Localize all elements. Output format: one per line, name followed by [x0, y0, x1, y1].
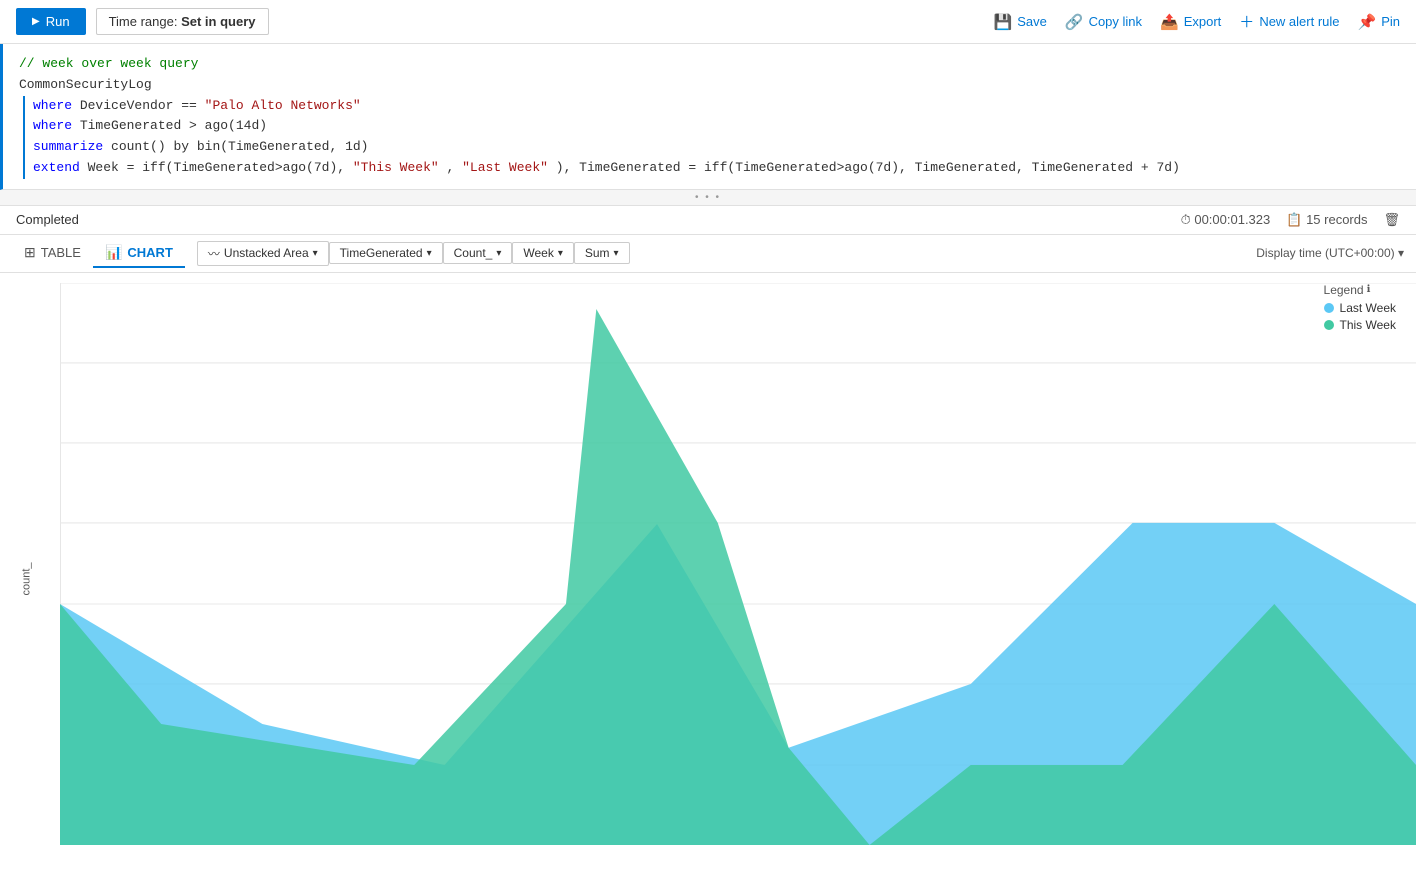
- records-icon: 📋: [1286, 212, 1302, 227]
- copy-link-label: Copy link: [1089, 14, 1142, 29]
- time-range-label: Time range:: [109, 14, 178, 29]
- status-bar: Completed ⏱ 00:00:01.323 📋 15 records 🗑: [0, 206, 1416, 235]
- time-range-value: Set in query: [181, 14, 255, 29]
- copy-link-button[interactable]: 🔗 Copy link: [1065, 13, 1142, 31]
- chart-type-dropdown[interactable]: 〰 Unstacked Area: [197, 241, 329, 266]
- toolbar-right: 💾 Save 🔗 Copy link 📤 Export ＋ New alert …: [994, 11, 1400, 32]
- time-range-button[interactable]: Time range: Set in query: [96, 8, 269, 35]
- table-icon: ⊞: [24, 244, 36, 261]
- new-alert-rule-label: New alert rule: [1259, 14, 1339, 29]
- status-duration: ⏱ 00:00:01.323: [1181, 212, 1271, 228]
- plus-icon: ＋: [1239, 11, 1254, 32]
- legend-last-week[interactable]: Last Week: [1324, 301, 1396, 315]
- clock-icon: ⏱: [1181, 212, 1191, 227]
- chart-svg: 350k 300k 250k 200k 150k 100k 50k 0 2019…: [60, 283, 1416, 845]
- run-button[interactable]: Run: [16, 8, 86, 35]
- legend-info-icon: ℹ: [1367, 284, 1371, 295]
- tab-controls-right: Display time (UTC+00:00): [1256, 246, 1404, 260]
- last-week-dot: [1324, 303, 1334, 313]
- chart-area: count_ Legend ℹ Last Week This Week 350k: [0, 273, 1416, 885]
- aggregation-label: Sum: [585, 246, 610, 260]
- last-week-label: Last Week: [1340, 301, 1396, 315]
- x-axis-label: TimeGenerated: [340, 246, 423, 260]
- display-time-button[interactable]: Display time (UTC+00:00): [1256, 246, 1404, 260]
- query-text-5: Week = iff(TimeGenerated>ago(7d),: [88, 160, 353, 175]
- query-line-1: CommonSecurityLog: [19, 75, 1400, 96]
- query-kw-4: summarize: [33, 139, 103, 154]
- query-line-4: summarize count() by bin(TimeGenerated, …: [19, 137, 1400, 158]
- toolbar-left: Run Time range: Set in query: [16, 8, 269, 35]
- save-label: Save: [1017, 14, 1047, 29]
- export-label: Export: [1184, 14, 1222, 29]
- link-icon: 🔗: [1065, 13, 1084, 31]
- query-editor[interactable]: // week over week query CommonSecurityLo…: [0, 44, 1416, 190]
- query-text-3: TimeGenerated > ago(14d): [80, 118, 267, 133]
- chart-type-label: Unstacked Area: [224, 246, 309, 260]
- status-text: Completed: [16, 212, 79, 227]
- pin-button[interactable]: 📌 Pin: [1358, 13, 1400, 31]
- query-kw-5: extend: [33, 160, 80, 175]
- legend-this-week[interactable]: This Week: [1324, 318, 1396, 332]
- chart-icon: 📊: [105, 244, 122, 261]
- pin-label: Pin: [1381, 14, 1400, 29]
- query-comma-5: ,: [447, 160, 463, 175]
- split-label: Week: [523, 246, 553, 260]
- tab-chart-label: CHART: [127, 245, 173, 260]
- area-chart-icon: 〰: [208, 245, 220, 262]
- query-indent-5: extend Week = iff(TimeGenerated>ago(7d),…: [23, 158, 1180, 179]
- tab-chart[interactable]: 📊 CHART: [93, 239, 185, 268]
- query-kw-2: where: [33, 98, 72, 113]
- export-icon: 📤: [1160, 13, 1179, 31]
- query-kw-3: where: [33, 118, 72, 133]
- query-line-3: where TimeGenerated > ago(14d): [19, 116, 1400, 137]
- tab-left: ⊞ TABLE 📊 CHART 〰 Unstacked Area TimeGen…: [12, 239, 630, 268]
- query-text-2: DeviceVendor ==: [80, 98, 205, 113]
- query-indent-3: where TimeGenerated > ago(14d): [23, 116, 267, 137]
- status-records: 📋 15 records: [1286, 212, 1367, 228]
- query-str-5b: "Last Week": [462, 160, 548, 175]
- this-week-dot: [1324, 320, 1334, 330]
- query-end-5: ), TimeGenerated = iff(TimeGenerated>ago…: [556, 160, 1180, 175]
- query-comment: // week over week query: [19, 54, 198, 75]
- y-axis-title: count_: [21, 562, 33, 595]
- top-toolbar: Run Time range: Set in query 💾 Save 🔗 Co…: [0, 0, 1416, 44]
- delete-icon[interactable]: 🗑: [1383, 212, 1400, 228]
- tab-bar: ⊞ TABLE 📊 CHART 〰 Unstacked Area TimeGen…: [0, 235, 1416, 273]
- query-str-2: "Palo Alto Networks": [205, 98, 361, 113]
- resize-handle[interactable]: • • •: [0, 190, 1416, 206]
- split-dropdown[interactable]: Week: [512, 242, 574, 264]
- query-line-5: extend Week = iff(TimeGenerated>ago(7d),…: [19, 158, 1400, 179]
- new-alert-rule-button[interactable]: ＋ New alert rule: [1239, 11, 1339, 32]
- save-button[interactable]: 💾 Save: [994, 13, 1047, 31]
- query-line-comment: // week over week query: [19, 54, 1400, 75]
- status-right: ⏱ 00:00:01.323 📋 15 records 🗑: [1181, 212, 1400, 228]
- legend-title: Legend ℹ: [1324, 283, 1396, 297]
- pin-icon: 📌: [1358, 13, 1377, 31]
- query-indent-2: where DeviceVendor == "Palo Alto Network…: [23, 96, 361, 117]
- tab-table-label: TABLE: [41, 245, 81, 260]
- query-str-5a: "This Week": [353, 160, 439, 175]
- aggregation-dropdown[interactable]: Sum: [574, 242, 630, 264]
- y-axis-label: Count_: [454, 246, 493, 260]
- tab-table[interactable]: ⊞ TABLE: [12, 239, 93, 268]
- query-text-4: count() by bin(TimeGenerated, 1d): [111, 139, 368, 154]
- save-icon: 💾: [994, 13, 1013, 31]
- y-axis-dropdown[interactable]: Count_: [443, 242, 513, 264]
- this-week-label: This Week: [1340, 318, 1396, 332]
- query-line-2: where DeviceVendor == "Palo Alto Network…: [19, 96, 1400, 117]
- x-axis-dropdown[interactable]: TimeGenerated: [329, 242, 443, 264]
- chart-legend: Legend ℹ Last Week This Week: [1324, 283, 1396, 335]
- query-indent-4: summarize count() by bin(TimeGenerated, …: [23, 137, 368, 158]
- export-button[interactable]: 📤 Export: [1160, 13, 1221, 31]
- query-table: CommonSecurityLog: [19, 75, 152, 96]
